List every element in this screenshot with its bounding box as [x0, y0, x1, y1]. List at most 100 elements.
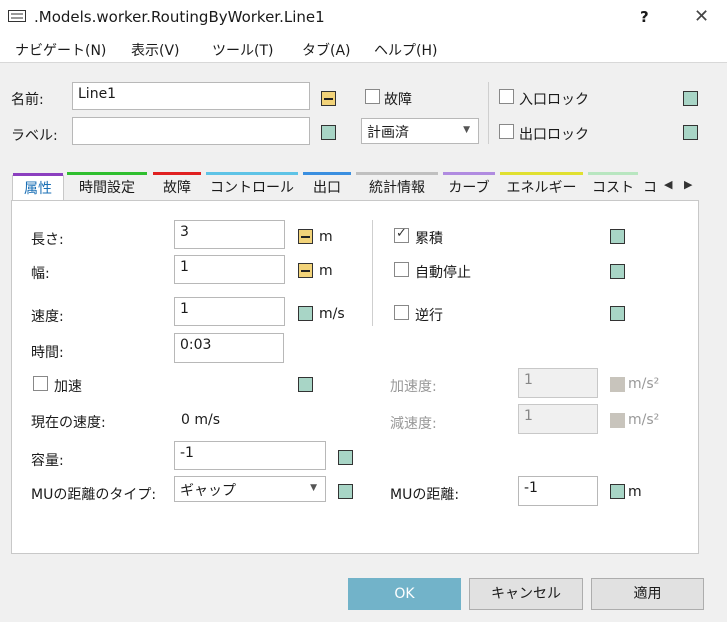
apply-button[interactable]: 適用: [591, 578, 704, 610]
tab-more[interactable]: コ: [643, 175, 657, 200]
reverse-checkbox[interactable]: [394, 305, 409, 320]
mu-distance-type-select[interactable]: ギャップ ▼: [174, 476, 326, 502]
help-button[interactable]: ?: [640, 8, 649, 26]
tab-scroll-right-icon[interactable]: ▶: [684, 178, 692, 191]
tab-statistics[interactable]: 統計情報: [356, 172, 438, 200]
acceleration-unit: m/s²: [628, 376, 660, 392]
length-inherit-icon[interactable]: [298, 229, 313, 244]
time-label: 時間:: [31, 345, 64, 361]
mu-distance-input[interactable]: -1: [518, 476, 598, 506]
chevron-down-icon: ▼: [463, 125, 470, 135]
deceleration-input[interactable]: 1: [518, 404, 598, 434]
tab-energy[interactable]: エネルギー: [500, 172, 583, 200]
acceleration-label: 加速度:: [390, 379, 437, 395]
chevron-down-icon: ▼: [310, 483, 317, 493]
acceleration-inherit-icon: [610, 377, 625, 392]
reverse-label: 逆行: [415, 308, 443, 324]
accel-checkbox[interactable]: [33, 376, 48, 391]
deceleration-inherit-icon: [610, 413, 625, 428]
entry-lock-checkbox[interactable]: [499, 89, 514, 104]
tab-label: コ: [643, 180, 657, 196]
capacity-input[interactable]: -1: [174, 441, 326, 470]
tab-controls[interactable]: コントロール: [206, 172, 298, 200]
capacity-inherit-icon[interactable]: [338, 450, 353, 465]
tab-exit[interactable]: 出口: [303, 172, 351, 200]
length-input[interactable]: 3: [174, 220, 285, 249]
auto-stop-inherit-icon[interactable]: [610, 264, 625, 279]
speed-unit: m/s: [319, 306, 345, 322]
mu-distance-type-value: ギャップ: [180, 483, 236, 499]
deceleration-unit: m/s²: [628, 412, 660, 428]
entry-lock-inherit-icon[interactable]: [683, 91, 698, 106]
failure-checkbox[interactable]: [365, 89, 380, 104]
menu-tabs[interactable]: タブ(A): [302, 40, 351, 60]
width-unit: m: [319, 263, 333, 279]
exit-lock-label: 出口ロック: [519, 127, 589, 143]
width-inherit-icon[interactable]: [298, 263, 313, 278]
accumulate-checkbox[interactable]: [394, 226, 409, 243]
exit-lock-checkbox[interactable]: [499, 124, 514, 139]
column-divider: [372, 220, 373, 326]
speed-label: 速度:: [31, 309, 64, 325]
tab-label: 時間設定: [79, 180, 135, 196]
tab-label: 出口: [313, 180, 341, 196]
close-icon[interactable]: ✕: [694, 6, 709, 27]
menu-view[interactable]: 表示(V): [131, 40, 180, 60]
label-label: ラベル:: [11, 128, 58, 144]
width-label: 幅:: [31, 266, 50, 282]
tab-scroll-left-icon[interactable]: ◀: [664, 178, 672, 191]
tab-failures[interactable]: 故障: [153, 172, 201, 200]
mu-distance-unit: m: [628, 484, 642, 500]
capacity-label: 容量:: [31, 453, 64, 469]
label-input[interactable]: [72, 117, 310, 145]
tab-label: コントロール: [210, 180, 294, 196]
length-label: 長さ:: [31, 232, 64, 248]
speed-inherit-icon[interactable]: [298, 306, 313, 321]
menu-bar: [0, 34, 727, 63]
mu-distance-label: MUの距離:: [390, 487, 460, 503]
current-speed-value: 0 m/s: [181, 412, 221, 428]
cancel-button[interactable]: キャンセル: [469, 578, 583, 610]
name-inherit-icon[interactable]: [321, 91, 336, 106]
name-label: 名前:: [11, 92, 44, 108]
mu-distance-type-inherit-icon[interactable]: [338, 484, 353, 499]
ok-button[interactable]: OK: [348, 578, 461, 610]
tab-label: 属性: [24, 181, 52, 197]
header-divider: [488, 82, 489, 144]
width-input[interactable]: 1: [174, 255, 285, 284]
mu-distance-inherit-icon[interactable]: [610, 484, 625, 499]
tab-attributes[interactable]: 属性: [12, 173, 64, 201]
tab-curve[interactable]: カーブ: [443, 172, 495, 200]
tab-label: 故障: [163, 180, 191, 196]
exit-lock-inherit-icon[interactable]: [683, 125, 698, 140]
acceleration-input[interactable]: 1: [518, 368, 598, 398]
tab-time-settings[interactable]: 時間設定: [67, 172, 147, 200]
reverse-inherit-icon[interactable]: [610, 306, 625, 321]
menu-navigate[interactable]: ナビゲート(N): [15, 40, 106, 60]
accumulate-label: 累積: [415, 231, 443, 247]
length-unit: m: [319, 229, 333, 245]
window-title: .Models.worker.RoutingByWorker.Line1: [34, 8, 325, 26]
name-input[interactable]: Line1: [72, 82, 310, 110]
tab-label: 統計情報: [369, 180, 425, 196]
menu-tools[interactable]: ツール(T): [212, 40, 273, 60]
tab-label: コスト: [592, 180, 634, 196]
current-speed-label: 現在の速度:: [31, 415, 106, 431]
plan-select[interactable]: 計画済 ▼: [361, 118, 479, 144]
plan-select-value: 計画済: [367, 125, 409, 141]
label-inherit-icon[interactable]: [321, 125, 336, 140]
accumulate-inherit-icon[interactable]: [610, 229, 625, 244]
accel-label: 加速: [54, 379, 82, 395]
tab-cost[interactable]: コスト: [588, 172, 638, 200]
time-input[interactable]: 0:03: [174, 333, 284, 363]
window-icon: [8, 10, 26, 22]
accel-inherit-icon[interactable]: [298, 377, 313, 392]
speed-input[interactable]: 1: [174, 297, 285, 326]
tab-label: エネルギー: [506, 180, 577, 196]
menu-help[interactable]: ヘルプ(H): [374, 40, 437, 60]
failure-label: 故障: [384, 92, 412, 108]
entry-lock-label: 入口ロック: [519, 92, 589, 108]
auto-stop-checkbox[interactable]: [394, 262, 409, 277]
tab-label: カーブ: [448, 180, 490, 196]
mu-distance-type-label: MUの距離のタイプ:: [31, 487, 157, 503]
